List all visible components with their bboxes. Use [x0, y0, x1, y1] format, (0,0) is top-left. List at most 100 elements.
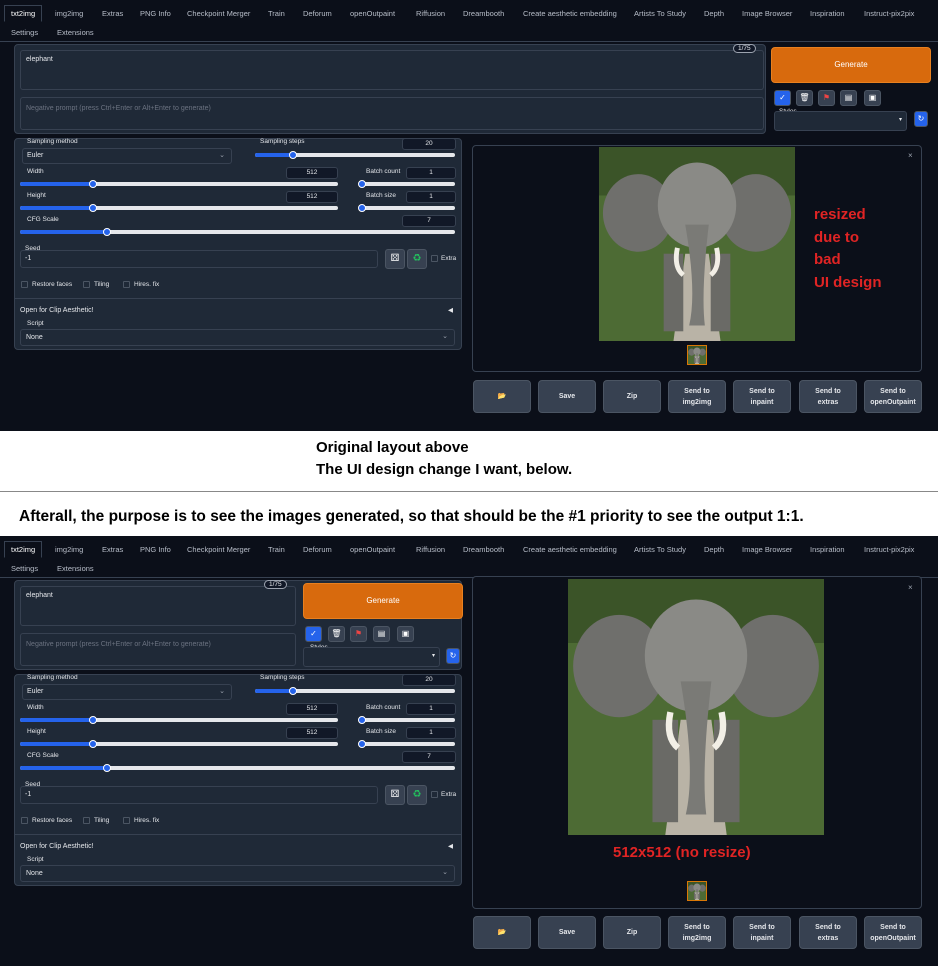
- steps-slider[interactable]: [255, 687, 455, 695]
- restore-faces-checkbox[interactable]: [21, 281, 28, 288]
- tab-inspiration[interactable]: Inspiration: [810, 545, 845, 554]
- height-input[interactable]: 512: [286, 191, 338, 203]
- close-icon[interactable]: ×: [908, 583, 913, 592]
- cfg-slider[interactable]: [20, 228, 455, 236]
- tiling-checkbox[interactable]: [83, 817, 90, 824]
- open-folder-button[interactable]: 📂: [473, 916, 531, 949]
- tab-img2img[interactable]: img2img: [55, 545, 83, 554]
- tab-instruct-pix2pix[interactable]: Instruct-pix2pix: [864, 9, 914, 18]
- clipboard-icon[interactable]: ▤: [840, 90, 857, 106]
- steps-input[interactable]: 20: [402, 138, 456, 150]
- batch-size-slider[interactable]: [358, 740, 455, 748]
- script-select[interactable]: None ⌄: [20, 865, 455, 882]
- tab-train[interactable]: Train: [268, 545, 285, 554]
- steps-input[interactable]: 20: [402, 674, 456, 686]
- generate-button[interactable]: Generate: [303, 583, 463, 619]
- tab-depth[interactable]: Depth: [704, 545, 724, 554]
- styles-dropdown[interactable]: ▾: [774, 111, 907, 131]
- save-icon[interactable]: ▣: [397, 626, 414, 642]
- hires-checkbox[interactable]: [123, 817, 130, 824]
- dice-icon[interactable]: ⚄: [385, 785, 405, 805]
- tab-settings[interactable]: Settings: [11, 564, 38, 573]
- batch-count-slider[interactable]: [358, 716, 455, 724]
- generated-image[interactable]: [599, 147, 795, 341]
- extra-checkbox[interactable]: [431, 791, 438, 798]
- cfg-slider[interactable]: [20, 764, 455, 772]
- close-icon[interactable]: ×: [908, 151, 913, 160]
- tab-openoutpaint[interactable]: openOutpaint: [350, 9, 395, 18]
- send-to-inpaint-button[interactable]: Send to inpaint: [733, 380, 791, 413]
- height-slider[interactable]: [20, 740, 338, 748]
- generate-button[interactable]: Generate: [771, 47, 931, 83]
- prompt-input[interactable]: elephant: [20, 586, 296, 626]
- tab-riffusion[interactable]: Riffusion: [416, 9, 445, 18]
- batch-size-input[interactable]: 1: [406, 727, 456, 739]
- recycle-icon[interactable]: ♻: [407, 785, 427, 805]
- tab-dreambooth[interactable]: Dreambooth: [463, 545, 504, 554]
- tab-txt2img[interactable]: txt2img: [4, 5, 43, 22]
- send-to-extras-button[interactable]: Send to extras: [799, 380, 857, 413]
- tab-riffusion[interactable]: Riffusion: [416, 545, 445, 554]
- restore-faces-checkbox[interactable]: [21, 817, 28, 824]
- seed-input[interactable]: -1: [20, 786, 378, 804]
- negative-prompt-input[interactable]: Negative prompt (press Ctrl+Enter or Alt…: [20, 633, 296, 666]
- trash-icon[interactable]: 🗑: [328, 626, 345, 642]
- save-button[interactable]: Save: [538, 916, 596, 949]
- check-icon[interactable]: ✓: [774, 90, 791, 106]
- tab-openoutpaint[interactable]: openOutpaint: [350, 545, 395, 554]
- tab-extras[interactable]: Extras: [102, 545, 123, 554]
- sampling-method-select[interactable]: Euler ⌄: [22, 684, 232, 700]
- dice-icon[interactable]: ⚄: [385, 249, 405, 269]
- batch-size-slider[interactable]: [358, 204, 455, 212]
- check-icon[interactable]: ✓: [305, 626, 322, 642]
- tab-png-info[interactable]: PNG Info: [140, 9, 171, 18]
- flag-icon[interactable]: ⚑: [818, 90, 835, 106]
- tab-extensions[interactable]: Extensions: [57, 564, 94, 573]
- tab-deforum[interactable]: Deforum: [303, 545, 332, 554]
- tab-train[interactable]: Train: [268, 9, 285, 18]
- tab-settings[interactable]: Settings: [11, 28, 38, 37]
- refresh-icon[interactable]: ↻: [914, 111, 928, 127]
- steps-slider[interactable]: [255, 151, 455, 159]
- tab-artists[interactable]: Artists To Study: [634, 545, 686, 554]
- batch-count-input[interactable]: 1: [406, 167, 456, 179]
- prompt-input[interactable]: elephant: [20, 50, 764, 90]
- width-slider[interactable]: [20, 716, 338, 724]
- tab-checkpoint-merger[interactable]: Checkpoint Merger: [187, 9, 250, 18]
- recycle-icon[interactable]: ♻: [407, 249, 427, 269]
- clipboard-icon[interactable]: ▤: [373, 626, 390, 642]
- tab-extensions[interactable]: Extensions: [57, 28, 94, 37]
- tiling-checkbox[interactable]: [83, 281, 90, 288]
- tab-depth[interactable]: Depth: [704, 9, 724, 18]
- negative-prompt-input[interactable]: Negative prompt (press Ctrl+Enter or Alt…: [20, 97, 764, 130]
- batch-count-slider[interactable]: [358, 180, 455, 188]
- width-input[interactable]: 512: [286, 703, 338, 715]
- save-button[interactable]: Save: [538, 380, 596, 413]
- tab-inspiration[interactable]: Inspiration: [810, 9, 845, 18]
- zip-button[interactable]: Zip: [603, 916, 661, 949]
- send-to-img2img-button[interactable]: Send to img2img: [668, 916, 726, 949]
- send-to-inpaint-button[interactable]: Send to inpaint: [733, 916, 791, 949]
- tab-create-aesthetic[interactable]: Create aesthetic embedding: [523, 9, 617, 18]
- send-to-openoutpaint-button[interactable]: Send to openOutpaint: [864, 916, 922, 949]
- save-icon[interactable]: ▣: [864, 90, 881, 106]
- cfg-input[interactable]: 7: [402, 215, 456, 227]
- seed-input[interactable]: -1: [20, 250, 378, 268]
- send-to-openoutpaint-button[interactable]: Send to openOutpaint: [864, 380, 922, 413]
- tab-png-info[interactable]: PNG Info: [140, 545, 171, 554]
- cfg-input[interactable]: 7: [402, 751, 456, 763]
- width-slider[interactable]: [20, 180, 338, 188]
- clip-aesthetic-toggle[interactable]: Open for Clip Aesthetic!: [20, 307, 94, 314]
- image-thumbnail[interactable]: [687, 345, 707, 365]
- send-to-img2img-button[interactable]: Send to img2img: [668, 380, 726, 413]
- clip-aesthetic-toggle[interactable]: Open for Clip Aesthetic!: [20, 843, 94, 850]
- height-input[interactable]: 512: [286, 727, 338, 739]
- trash-icon[interactable]: 🗑: [796, 90, 813, 106]
- send-to-extras-button[interactable]: Send to extras: [799, 916, 857, 949]
- tab-checkpoint-merger[interactable]: Checkpoint Merger: [187, 545, 250, 554]
- width-input[interactable]: 512: [286, 167, 338, 179]
- tab-extras[interactable]: Extras: [102, 9, 123, 18]
- open-folder-button[interactable]: 📂: [473, 380, 531, 413]
- refresh-icon[interactable]: ↻: [446, 648, 460, 664]
- tab-txt2img[interactable]: txt2img: [4, 541, 43, 558]
